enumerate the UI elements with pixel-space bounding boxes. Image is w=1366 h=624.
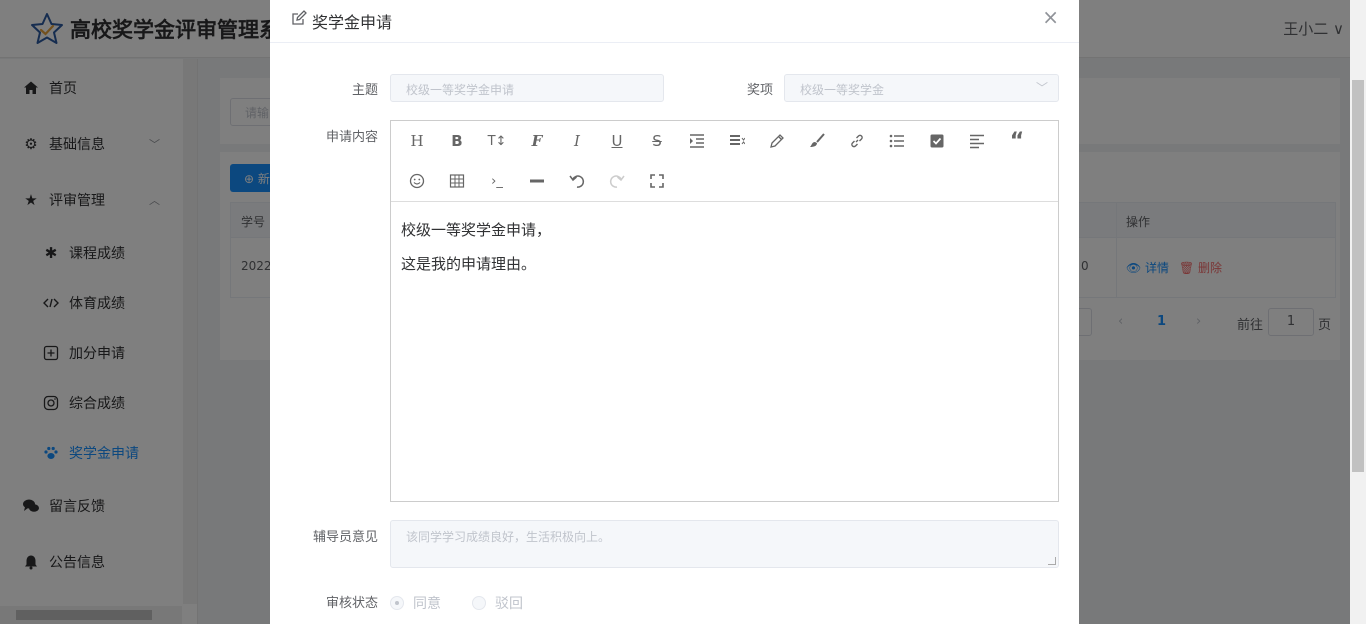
content-label: 申请内容: [325, 130, 378, 145]
fullscreen-icon[interactable]: [645, 169, 669, 193]
radio-label: 同意: [413, 596, 441, 612]
counselor-opinion-textarea[interactable]: 该同学学习成绩良好，生活积极向上。: [390, 520, 1059, 568]
editor-paragraph: 校级一等奖学金申请，: [401, 221, 552, 239]
table-icon[interactable]: [445, 169, 469, 193]
undo-icon[interactable]: [565, 169, 589, 193]
scrollbar-thumb[interactable]: [1352, 80, 1364, 472]
editor-paragraph: 这是我的申请理由。: [401, 255, 537, 273]
quote-icon[interactable]: “: [1005, 129, 1029, 154]
resize-handle[interactable]: [1048, 557, 1056, 565]
pencil-icon[interactable]: [765, 129, 789, 153]
counselor-opinion-label: 辅导员意见: [312, 530, 378, 545]
brush-icon[interactable]: [805, 129, 829, 153]
indent-icon[interactable]: [685, 129, 709, 153]
chevron-down-icon: ﹀: [1035, 81, 1048, 95]
close-icon[interactable]: ×: [1042, 5, 1059, 29]
underline-icon[interactable]: U: [605, 129, 629, 153]
editor-toolbar: H B T↕ F I U S “ ›_: [391, 121, 1058, 202]
redo-icon[interactable]: [605, 169, 629, 193]
scholarship-dialog: 奖学金申请 × 主题 校级一等奖学金申请 奖项 校级一等奖学金 ﹀ 申请内容 H…: [270, 0, 1079, 624]
font-size-icon[interactable]: T↕: [485, 129, 509, 153]
radio-label: 驳回: [495, 596, 523, 612]
bullet-list-icon[interactable]: [885, 129, 909, 153]
code-block-icon[interactable]: ›_: [485, 169, 509, 193]
dialog-title: 奖学金申请: [312, 13, 393, 32]
radio-circle[interactable]: [390, 596, 404, 610]
award-label: 奖项: [746, 83, 773, 98]
checkbox-icon[interactable]: [925, 129, 949, 153]
rich-text-editor: H B T↕ F I U S “ ›_ 校级一等奖学金申请， 这是我的申请理由。: [390, 120, 1059, 502]
emoji-icon[interactable]: [405, 169, 429, 193]
link-icon[interactable]: [845, 129, 869, 153]
italic-icon[interactable]: I: [565, 129, 589, 153]
page-vertical-scrollbar[interactable]: [1350, 0, 1366, 624]
edit-icon: [292, 10, 307, 25]
divider-icon[interactable]: [525, 169, 549, 193]
editor-content[interactable]: 校级一等奖学金申请， 这是我的申请理由。: [401, 213, 551, 281]
dialog-header: 奖学金申请 ×: [270, 0, 1079, 43]
heading-icon[interactable]: H: [405, 129, 429, 153]
font-family-icon[interactable]: F: [525, 129, 549, 153]
radio-approve[interactable]: 同意: [390, 593, 441, 613]
award-select[interactable]: 校级一等奖学金 ﹀: [784, 74, 1059, 102]
align-left-icon[interactable]: [965, 129, 989, 153]
subject-label: 主题: [351, 83, 378, 98]
radio-circle[interactable]: [472, 596, 486, 610]
subject-input[interactable]: 校级一等奖学金申请: [390, 74, 664, 102]
radio-reject[interactable]: 驳回: [472, 593, 523, 613]
bold-icon[interactable]: B: [445, 129, 469, 153]
review-status-label: 审核状态: [325, 596, 378, 611]
strikethrough-icon[interactable]: S: [645, 129, 669, 153]
line-height-icon[interactable]: [725, 129, 749, 153]
award-select-value: 校级一等奖学金: [800, 83, 885, 97]
counselor-opinion-text: 该同学学习成绩良好，生活积极向上。: [406, 530, 611, 544]
